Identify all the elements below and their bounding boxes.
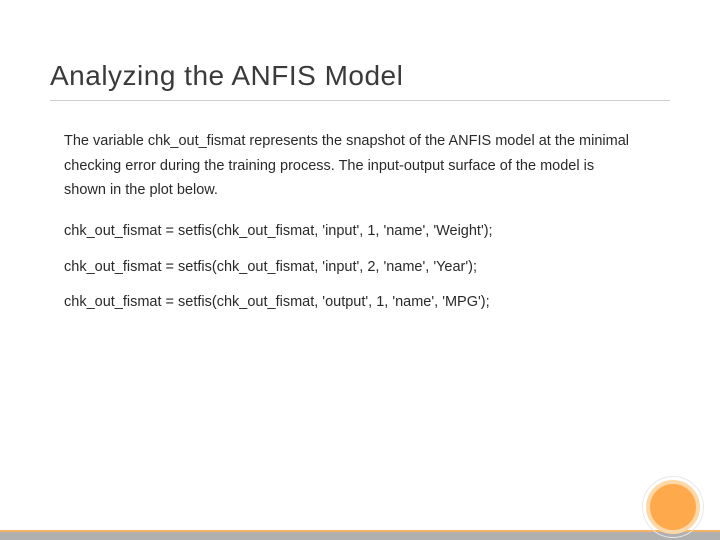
code-line-3: chk_out_fismat = setfis(chk_out_fismat, … xyxy=(50,292,670,314)
footer-bar xyxy=(0,532,720,540)
title-divider xyxy=(50,100,670,101)
corner-circle-icon xyxy=(646,480,700,534)
code-line-1: chk_out_fismat = setfis(chk_out_fismat, … xyxy=(50,221,670,243)
body-paragraph: The variable chk_out_fismat represents t… xyxy=(50,129,670,203)
code-line-2: chk_out_fismat = setfis(chk_out_fismat, … xyxy=(50,257,670,279)
slide-title: Analyzing the ANFIS Model xyxy=(50,60,670,92)
slide: Analyzing the ANFIS Model The variable c… xyxy=(0,0,720,540)
